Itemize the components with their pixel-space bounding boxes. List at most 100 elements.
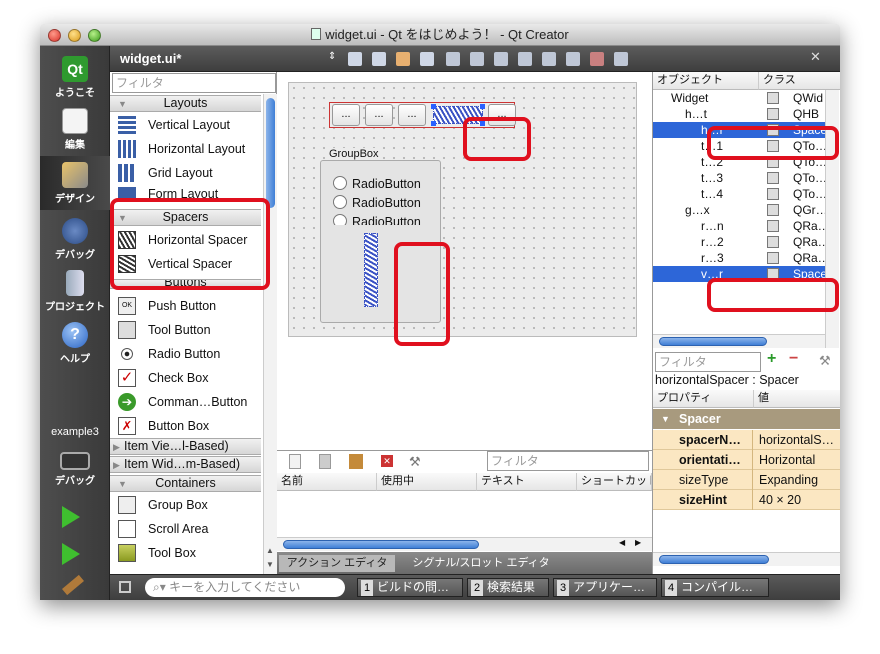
column-class[interactable]: クラス [759, 72, 840, 90]
scrollbar-thumb[interactable] [283, 540, 479, 549]
new-action-icon[interactable] [289, 454, 301, 469]
close-window-button[interactable] [48, 29, 61, 42]
add-dynamic-property-icon[interactable]: + [767, 350, 776, 368]
build-hammer-icon[interactable] [62, 574, 84, 596]
widget-command-link-button[interactable]: ➔ Comman…Button [110, 390, 261, 414]
remove-dynamic-property-icon[interactable]: − [789, 350, 798, 368]
property-section-spacer[interactable]: ▼ Spacer [653, 409, 840, 429]
paste-action-icon[interactable] [349, 454, 363, 469]
layout-form-icon[interactable] [566, 52, 580, 66]
object-tree-row[interactable]: r…3 QRa… [653, 250, 830, 266]
object-tree-row[interactable]: g…x QGr… [653, 202, 828, 218]
tool-button-3[interactable]: ... [398, 104, 426, 126]
property-editor-hscrollbar[interactable] [653, 552, 840, 566]
radio-button-3[interactable]: RadioButton [333, 214, 431, 225]
target-selector[interactable]: デバッグ [40, 444, 110, 494]
locator-input[interactable]: ⌕▾ キーを入力してください [145, 578, 345, 597]
category-item-widgets[interactable]: ▶ Item Wid…m-Based) [110, 456, 261, 473]
widget-tool-button[interactable]: Tool Button [110, 318, 261, 342]
column-text[interactable]: テキスト [477, 473, 577, 491]
column-shortcut[interactable]: ショートカット [577, 473, 652, 491]
mode-help[interactable]: ? ヘルプ [40, 316, 110, 366]
column-property[interactable]: プロパティ [653, 390, 754, 408]
property-value[interactable]: 40 × 20 [754, 490, 840, 510]
zoom-window-button[interactable] [88, 29, 101, 42]
action-settings-wrench-icon[interactable]: ⚒ [409, 454, 421, 470]
tool-button-2[interactable]: ... [365, 104, 393, 126]
property-value[interactable]: horizontalS… [754, 430, 840, 450]
adjust-size-icon[interactable] [614, 52, 628, 66]
scroll-up-arrow[interactable]: ▲ [266, 546, 274, 555]
scroll-right-arrow[interactable]: ▶ [635, 538, 641, 547]
column-name[interactable]: 名前 [277, 473, 377, 491]
widget-push-button[interactable]: OK Push Button [110, 294, 261, 318]
category-item-views[interactable]: ▶ Item Vie…l-Based) [110, 438, 261, 455]
tab-action-editor[interactable]: アクション エディタ [279, 555, 395, 572]
object-tree-row[interactable]: r…n QRa… [653, 218, 830, 234]
object-tree-row[interactable]: Widget QWid [653, 90, 825, 106]
mode-debug[interactable]: デバッグ [40, 212, 110, 262]
widget-check-box[interactable]: ✓ Check Box [110, 366, 261, 390]
copy-action-icon[interactable] [319, 454, 331, 469]
tool-button-1[interactable]: ... [332, 104, 360, 126]
document-switcher-icon[interactable]: ⇕ [328, 51, 336, 62]
object-tree-row[interactable]: h…t QHB [653, 106, 825, 122]
property-filter-input[interactable]: フィルタ [655, 352, 761, 372]
mode-welcome[interactable]: Qt ようこそ [40, 50, 110, 100]
mode-edit[interactable]: 編集 [40, 102, 110, 152]
break-layout-icon[interactable] [590, 52, 604, 66]
form-canvas[interactable]: ... ... ... ... GroupBox RadioButton Rad… [288, 82, 637, 337]
object-tree-row[interactable]: t…3 QTo… [653, 170, 827, 186]
widget-form-layout[interactable]: Form Layout [110, 184, 261, 198]
property-value[interactable]: Horizontal [754, 450, 840, 470]
action-filter-input[interactable]: フィルタ [487, 451, 649, 471]
object-tree-row[interactable]: t…4 QTo… [653, 186, 827, 202]
widget-group-box[interactable]: Group Box [110, 493, 261, 517]
close-document-icon[interactable]: ✕ [810, 49, 821, 65]
run-icon[interactable] [62, 506, 80, 528]
scroll-left-arrow[interactable]: ◀ [619, 538, 625, 547]
delete-action-icon[interactable]: ✕ [381, 455, 393, 467]
toggle-sidebar-icon[interactable] [119, 581, 131, 593]
scrollbar-thumb[interactable] [659, 337, 767, 346]
object-inspector-hscrollbar[interactable] [653, 334, 825, 348]
column-object[interactable]: オブジェクト [653, 72, 759, 90]
mode-projects[interactable]: プロジェクト [40, 264, 110, 314]
layout-splitter-h-icon[interactable] [494, 52, 508, 66]
layout-vertical-icon[interactable] [470, 52, 484, 66]
output-pane-compile[interactable]: 4 コンパイル… [661, 578, 769, 597]
object-tree-row[interactable]: r…2 QRa… [653, 234, 830, 250]
property-row[interactable]: sizeHint 40 × 20 [653, 490, 840, 510]
layout-horizontal-icon[interactable] [446, 52, 460, 66]
category-layouts[interactable]: ▼ Layouts [110, 95, 261, 112]
edit-widgets-icon[interactable] [348, 52, 362, 66]
widget-button-box[interactable]: ✗ Button Box [110, 414, 261, 438]
widget-scroll-area[interactable]: Scroll Area [110, 517, 261, 541]
open-document-name[interactable]: widget.ui* [120, 51, 181, 66]
edit-buddies-icon[interactable] [396, 52, 410, 66]
property-row[interactable]: spacerN… horizontalS… [653, 430, 840, 450]
category-containers[interactable]: ▼ Containers [110, 475, 261, 492]
edit-tab-order-icon[interactable] [420, 52, 434, 66]
action-editor-hscrollbar[interactable]: ◀ ▶ [277, 537, 652, 551]
output-pane-search-results[interactable]: 2 検索結果 [467, 578, 549, 597]
radio-button-2[interactable]: RadioButton [333, 195, 431, 210]
tab-signal-slot-editor[interactable]: シグナル/スロット エディタ [401, 555, 561, 572]
widget-filter-input[interactable]: フィルタ [112, 73, 276, 93]
widget-box-scrollbar[interactable]: ▲ ▼ [263, 94, 277, 574]
property-settings-wrench-icon[interactable]: ⚒ [819, 353, 831, 369]
resize-handle[interactable] [431, 121, 436, 126]
widget-vertical-layout[interactable]: Vertical Layout [110, 113, 261, 137]
widget-grid-layout[interactable]: Grid Layout [110, 161, 261, 185]
mode-design[interactable]: デザイン [40, 156, 110, 210]
layout-grid-icon[interactable] [542, 52, 556, 66]
layout-splitter-v-icon[interactable] [518, 52, 532, 66]
property-value[interactable]: Expanding [754, 470, 840, 490]
vertical-spacer-widget[interactable] [364, 233, 378, 307]
radio-button-1[interactable]: RadioButton [333, 176, 431, 191]
column-value[interactable]: 値 [754, 390, 840, 408]
minimize-window-button[interactable] [68, 29, 81, 42]
scrollbar-thumb[interactable] [659, 555, 769, 564]
output-pane-issues[interactable]: 1 ビルドの問… [357, 578, 463, 597]
resize-handle[interactable] [431, 104, 436, 109]
